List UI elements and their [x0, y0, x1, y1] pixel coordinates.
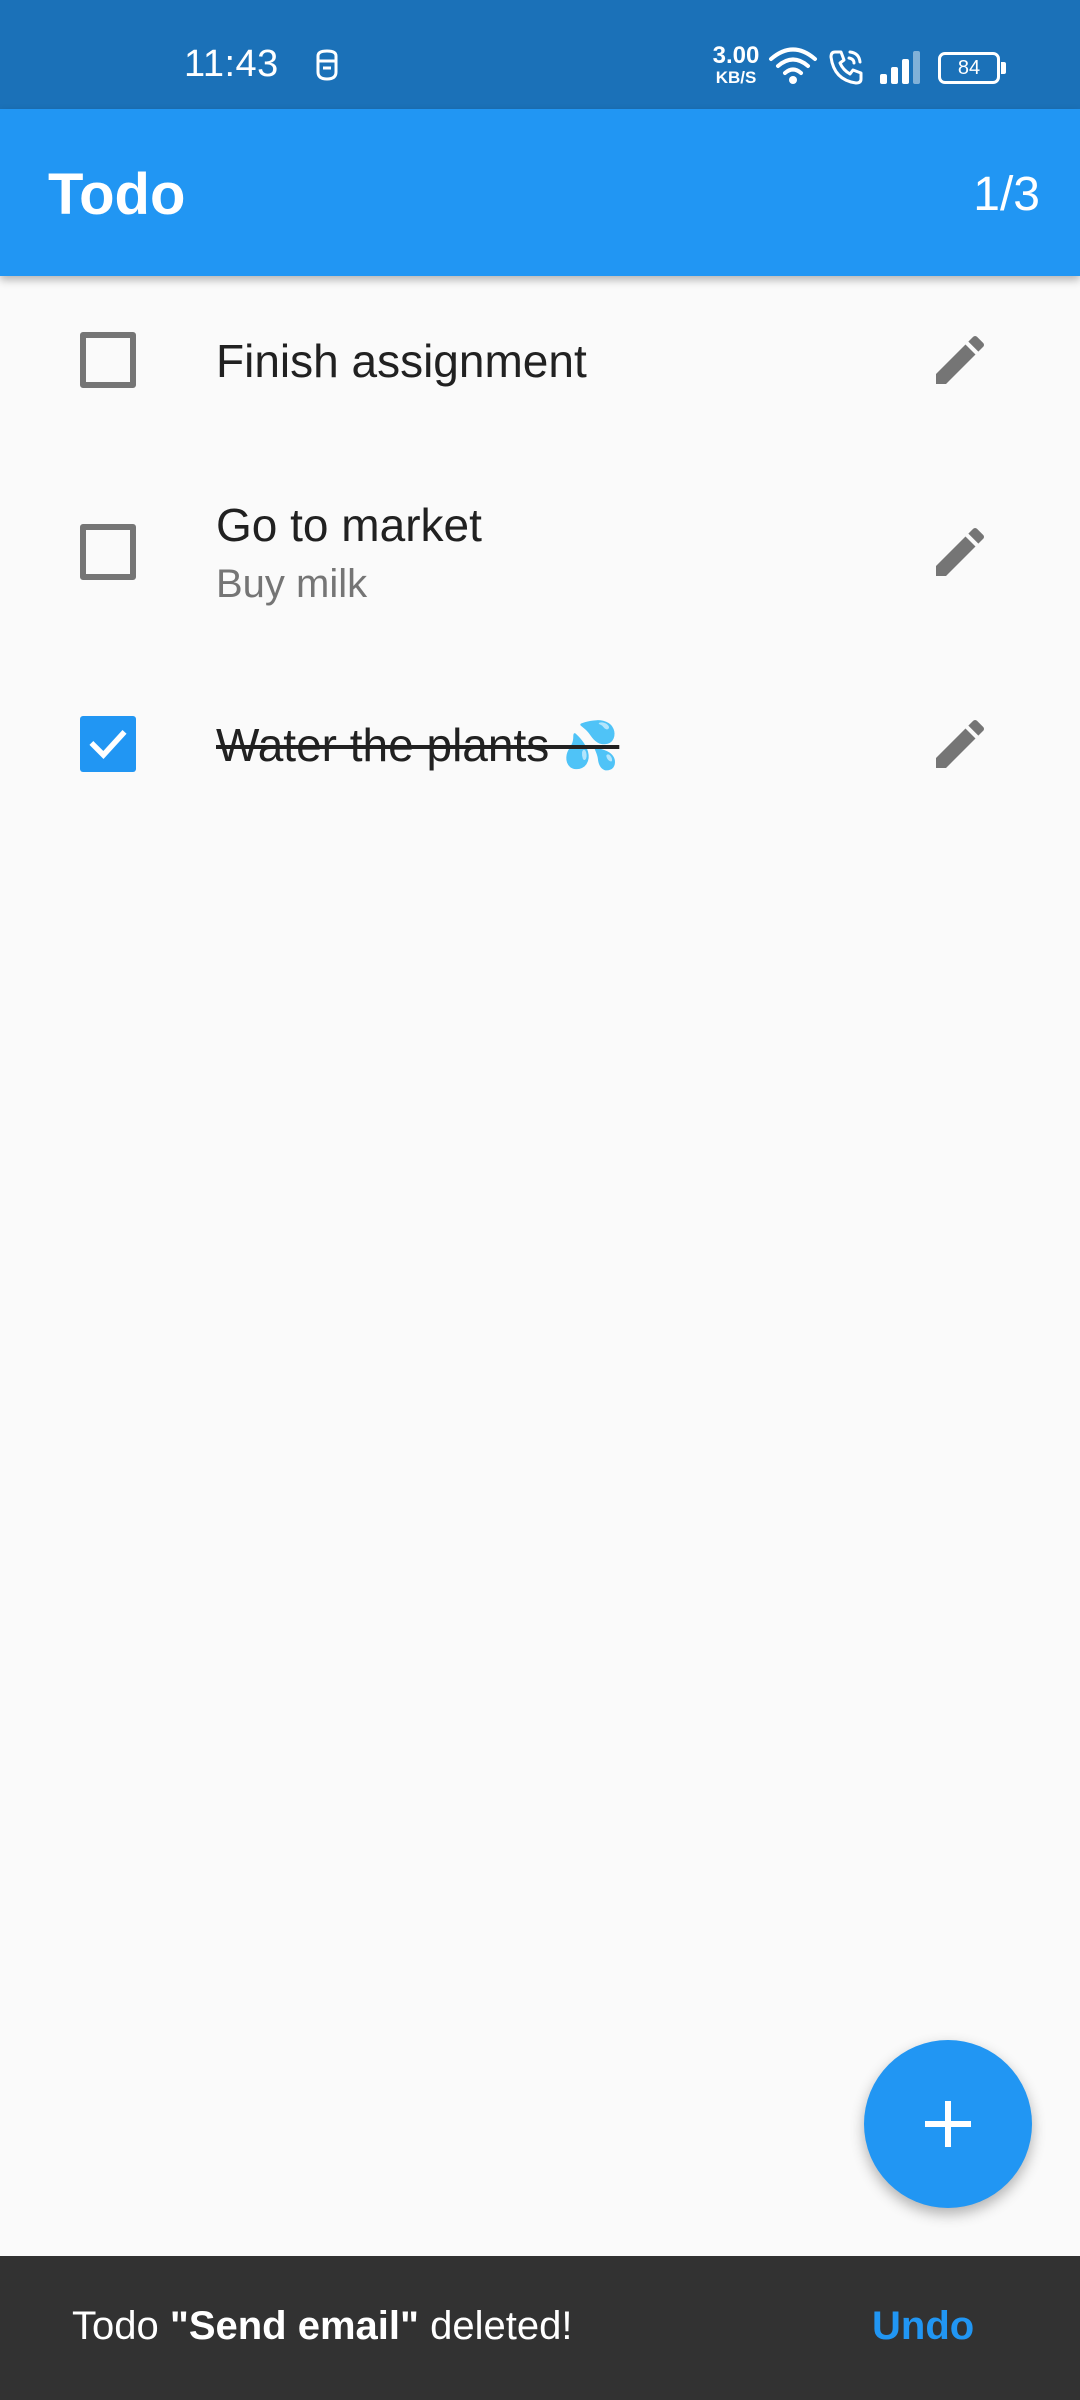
status-bar: 11:43 3.00 KB/S 84	[0, 0, 1080, 109]
notification-icon	[312, 48, 342, 82]
todo-item[interactable]: Go to market Buy milk	[0, 444, 1080, 656]
app-screen: 11:43 3.00 KB/S 84 Todo 1/3 Finish assig…	[0, 0, 1080, 2400]
signal-icon	[878, 50, 924, 86]
snackbar-suffix: deleted!	[418, 2304, 573, 2348]
snackbar-item: "Send email"	[169, 2304, 419, 2348]
call-icon	[828, 48, 864, 86]
snackbar: Todo "Send email" deleted! Undo	[0, 2256, 1080, 2400]
battery-icon: 84	[938, 52, 1006, 84]
todo-item[interactable]: Water the plants 💦	[0, 656, 1080, 832]
add-todo-button[interactable]	[864, 2040, 1032, 2208]
wifi-icon	[768, 46, 818, 86]
network-speed-value: 3.00	[712, 42, 760, 69]
snackbar-prefix: Todo	[72, 2304, 170, 2348]
todo-checkbox[interactable]	[80, 524, 136, 580]
check-icon	[89, 730, 127, 759]
status-time: 11:43	[184, 43, 279, 85]
todo-title: Water the plants 💦	[216, 719, 620, 771]
todo-item[interactable]: Finish assignment	[0, 276, 1080, 444]
snackbar-message: Todo "Send email" deleted!	[72, 2304, 572, 2349]
app-bar: Todo 1/3	[0, 109, 1080, 276]
todo-checkbox[interactable]	[80, 332, 136, 388]
edit-icon[interactable]	[928, 712, 992, 776]
battery-level: 84	[938, 52, 1000, 84]
edit-icon[interactable]	[928, 520, 992, 584]
edit-icon[interactable]	[928, 328, 992, 392]
todo-subtitle: Buy milk	[216, 562, 368, 606]
network-speed-unit: KB/S	[715, 68, 757, 87]
completed-counter: 1/3	[973, 168, 1040, 221]
todo-title: Go to market	[216, 499, 482, 551]
network-speed: 3.00 KB/S	[708, 42, 764, 87]
todo-checkbox-checked[interactable]	[80, 716, 136, 772]
undo-button[interactable]: Undo	[872, 2304, 974, 2349]
add-icon	[925, 2101, 971, 2147]
todo-title: Finish assignment	[216, 335, 587, 387]
page-title: Todo	[48, 162, 186, 227]
